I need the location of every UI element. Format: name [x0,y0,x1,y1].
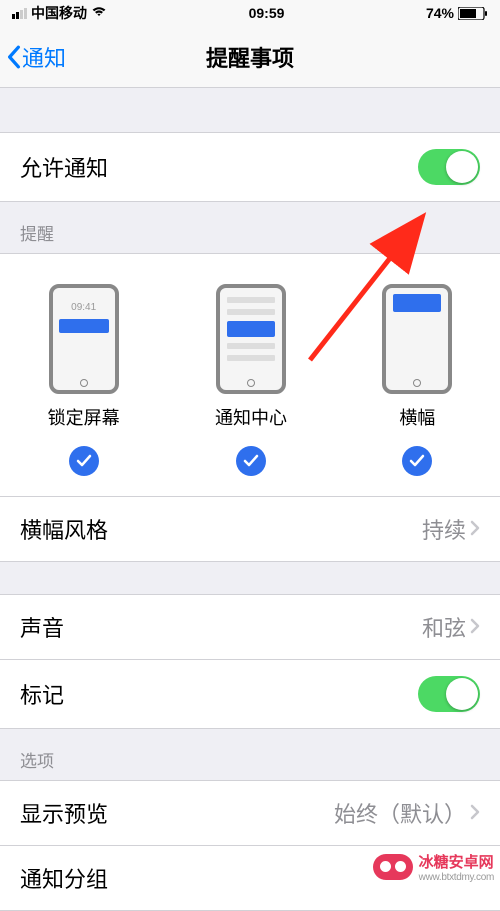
alert-label: 锁定屏幕 [48,404,120,430]
carrier-label: 中国移动 [31,3,87,23]
back-button[interactable]: 通知 [6,41,66,73]
grouping-label: 通知分组 [20,862,108,894]
show-previews-value: 始终（默认） [334,797,466,829]
status-bar: 中国移动 09:59 74% [0,0,500,26]
back-label: 通知 [22,41,66,73]
banner-preview-icon [382,284,452,394]
notification-center-preview-icon [216,284,286,394]
check-icon [69,446,99,476]
badge-row: 标记 [0,659,500,729]
banner-style-label: 横幅风格 [20,513,108,545]
status-time: 09:59 [249,5,285,21]
grouping-row[interactable]: 通知分组 [0,845,500,911]
chevron-right-icon [470,614,480,640]
alerts-header: 提醒 [0,202,500,253]
nav-bar: 通知 提醒事项 [0,26,500,88]
status-left: 中国移动 [12,3,107,23]
allow-notifications-toggle[interactable] [418,149,480,185]
allow-notifications-row: 允许通知 [0,132,500,202]
page-title: 提醒事项 [206,41,294,73]
badge-toggle[interactable] [418,676,480,712]
show-previews-row[interactable]: 显示预览 始终（默认） [0,780,500,846]
alert-type-notification-center[interactable]: 通知中心 [215,284,287,476]
status-right: 74% [426,5,488,21]
banner-style-value: 持续 [422,513,466,545]
battery-icon [458,7,488,20]
allow-notifications-label: 允许通知 [20,151,108,183]
check-icon [402,446,432,476]
badge-label: 标记 [20,678,64,710]
wifi-icon [91,5,107,21]
sound-value: 和弦 [422,611,466,643]
chevron-right-icon [470,516,480,542]
chevron-left-icon [6,45,22,69]
alert-types-panel: 09:41 锁定屏幕 通知中心 横幅 [0,253,500,497]
alert-type-lockscreen[interactable]: 09:41 锁定屏幕 [48,284,120,476]
banner-style-row[interactable]: 横幅风格 持续 [0,497,500,562]
options-header: 选项 [0,729,500,780]
check-icon [236,446,266,476]
show-previews-label: 显示预览 [20,797,108,829]
alert-label: 横幅 [399,404,435,430]
sound-row[interactable]: 声音 和弦 [0,594,500,660]
alert-type-banner[interactable]: 横幅 [382,284,452,476]
alert-label: 通知中心 [215,404,287,430]
battery-pct: 74% [426,5,454,21]
sound-label: 声音 [20,611,64,643]
lockscreen-preview-icon: 09:41 [49,284,119,394]
chevron-right-icon [470,800,480,826]
signal-icon [12,8,27,19]
